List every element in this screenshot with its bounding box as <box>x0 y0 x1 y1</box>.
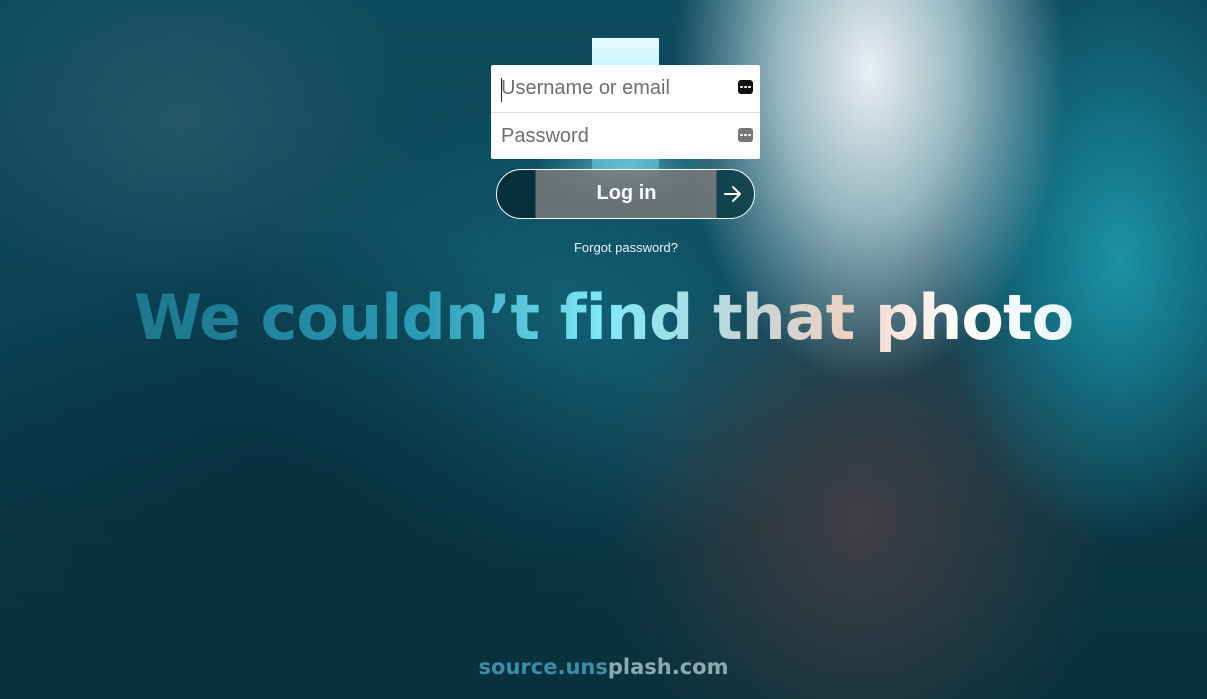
password-manager-icon[interactable] <box>738 80 753 94</box>
username-field-row <box>491 65 760 112</box>
login-form <box>491 65 760 159</box>
password-field-row <box>491 112 760 159</box>
footer-domain: source.unsplash.com <box>0 650 1207 684</box>
arrow-right-icon <box>724 186 741 202</box>
footer-domain-part1: source.uns <box>478 655 608 679</box>
login-button[interactable]: Log in <box>496 169 755 219</box>
error-headline: We couldn’t find that photo <box>0 278 1207 358</box>
username-input[interactable] <box>491 65 760 111</box>
forgot-password-link[interactable]: Forgot password? <box>526 240 726 255</box>
password-input[interactable] <box>491 113 760 159</box>
password-manager-icon[interactable] <box>738 128 753 142</box>
footer-domain-part2: plash.com <box>607 655 729 679</box>
login-button-label: Log in <box>596 182 657 204</box>
text-cursor <box>501 78 502 102</box>
